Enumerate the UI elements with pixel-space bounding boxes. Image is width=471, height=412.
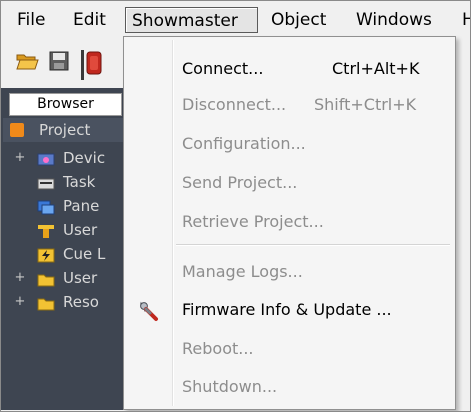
tree-item-label: Devic [63,149,106,167]
menu-item-label: Retrieve Project... [182,212,324,231]
menu-item-send-project[interactable]: Send Project... [126,168,453,198]
menu-item-retrieve-project[interactable]: Retrieve Project... [126,207,453,237]
red-app-icon[interactable] [79,50,123,80]
menu-item-shortcut: Shift+Ctrl+K [314,95,417,114]
menu-bar: File Edit Showmaster Object Windows H [1,1,471,38]
user-variables-icon [37,222,55,238]
menu-item-reboot[interactable]: Reboot... [126,334,453,364]
menu-item-label: Shutdown... [182,377,278,396]
menu-item-label: Send Project... [182,173,298,192]
menu-item-shortcut: Ctrl+Alt+K [332,59,420,78]
project-browser-panel: Browser Project + Devic Task Pane User C… [1,88,125,410]
menu-object[interactable]: Object [265,7,332,33]
menu-file[interactable]: File [11,7,51,33]
tree-item-user-folder[interactable]: + User [13,266,125,290]
tree-item-label: Pane [63,197,100,215]
folder-icon [37,270,55,287]
menu-item-label: Disconnect... [182,95,287,114]
menu-item-label: Connect... [182,59,264,78]
menu-item-manage-logs[interactable]: Manage Logs... [126,257,453,287]
tree-item-resources[interactable]: + Reso [13,290,125,314]
tree-item-label: Cue L [63,245,106,263]
menu-item-label: Configuration... [182,134,306,153]
cue-lists-icon [37,246,55,263]
panels-icon [37,198,55,215]
menu-item-label: Reboot... [182,339,254,358]
tree-item-label: Reso [63,293,99,311]
menu-item-disconnect[interactable]: Disconnect... Shift+Ctrl+K [126,90,453,120]
expand-icon[interactable]: + [13,290,27,314]
tasks-icon [37,174,55,190]
project-label: Project [39,121,91,139]
tree-item-devices[interactable]: + Devic [13,146,125,170]
tree-item-user-variables[interactable]: User [13,218,125,242]
expand-icon[interactable]: + [13,146,27,170]
menu-windows[interactable]: Windows [350,7,438,33]
menu-item-label: Firmware Info & Update ... [182,300,392,319]
wrench-icon [138,301,158,321]
devices-icon [37,150,55,166]
tree-item-label: User [63,221,98,239]
tree-item-label: User [63,269,98,287]
tree-item-tasks[interactable]: Task [13,170,125,194]
menu-edit[interactable]: Edit [67,7,112,33]
tree-item-label: Task [63,173,96,191]
folder-icon [37,294,55,311]
menu-item-label: Manage Logs... [182,262,303,281]
menu-showmaster[interactable]: Showmaster [125,7,258,33]
tree-item-panels[interactable]: Pane [13,194,125,218]
menu-separator [176,244,450,246]
open-folder-icon[interactable] [15,50,39,72]
project-icon [10,123,24,137]
save-icon[interactable] [48,50,70,72]
tree-item-cue-lists[interactable]: Cue L [13,242,125,266]
menu-item-configuration[interactable]: Configuration... [126,129,453,159]
toolbar [1,40,125,84]
menu-item-firmware-info[interactable]: Firmware Info & Update ... [126,295,453,325]
tree-item-project[interactable]: Project [3,118,125,142]
showmaster-dropdown-menu: Connect... Ctrl+Alt+K Disconnect... Shif… [123,36,456,410]
menu-item-shutdown[interactable]: Shutdown... [126,372,453,402]
tab-browser[interactable]: Browser [9,93,122,116]
expand-icon[interactable]: + [13,266,27,290]
menu-item-connect[interactable]: Connect... Ctrl+Alt+K [126,54,453,84]
menu-help[interactable]: H [456,7,471,33]
